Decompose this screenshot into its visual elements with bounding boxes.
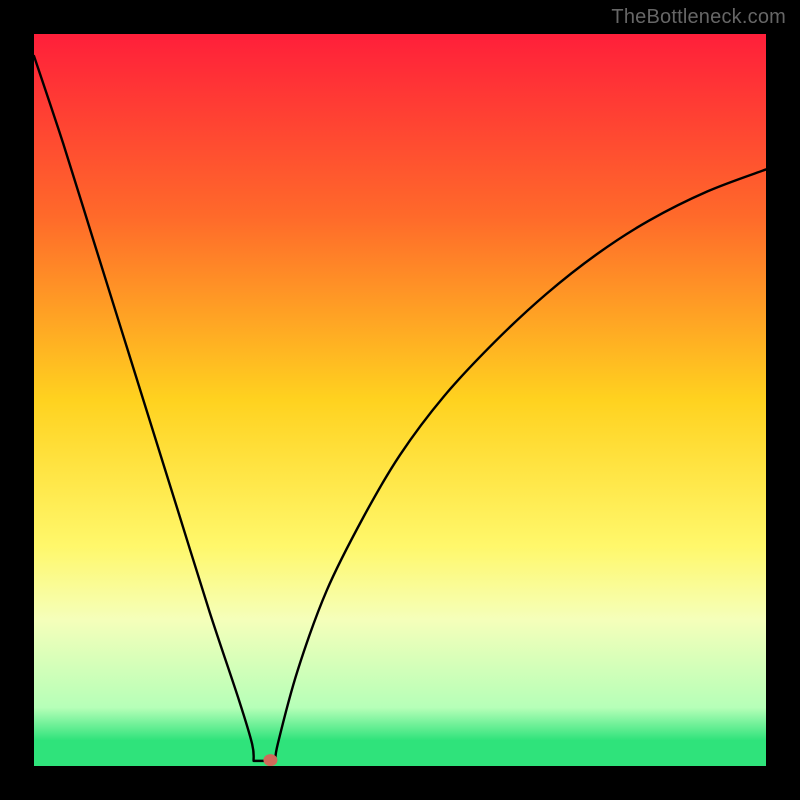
plot-area [34,34,766,766]
chart-frame: TheBottleneck.com [0,0,800,800]
minimum-marker [263,754,277,766]
chart-svg [34,34,766,766]
watermark-text: TheBottleneck.com [611,6,786,29]
